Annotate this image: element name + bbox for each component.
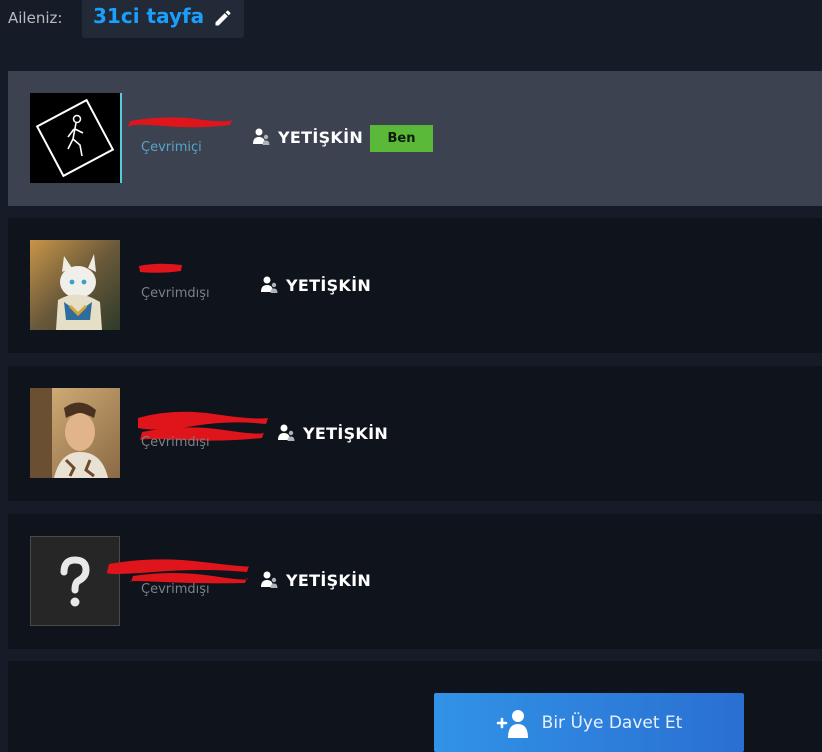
member-status: Çevrimdışı [141, 435, 210, 450]
family-member-row[interactable]: Çevrimdışı YETİŞKİN [8, 514, 822, 649]
family-label: Aileniz: [8, 9, 63, 27]
family-member-row[interactable]: Çevrimiçi YETİŞKİN Ben [8, 71, 822, 206]
add-user-icon [496, 709, 528, 738]
family-header: Aileniz: 31ci tayfa [0, 0, 822, 40]
member-status: Çevrimdışı [141, 286, 210, 301]
adult-user-icon [278, 424, 295, 441]
member-role: YETİŞKİN [259, 570, 371, 590]
member-role: YETİŞKİN [276, 423, 388, 443]
member-status: Çevrimiçi [141, 140, 202, 155]
family-name: 31ci tayfa [93, 4, 205, 28]
role-label: YETİŞKİN [286, 275, 372, 295]
self-badge: Ben [370, 125, 433, 152]
avatar[interactable] [30, 240, 120, 330]
adult-user-icon [261, 276, 278, 293]
redacted-name [106, 559, 250, 584]
member-role: YETİŞKİN [259, 275, 371, 295]
family-member-row[interactable]: Çevrimdışı YETİŞKİN [8, 366, 822, 501]
redacted-name [128, 117, 232, 128]
avatar[interactable] [30, 388, 120, 478]
family-member-row[interactable]: Çevrimdışı YETİŞKİN [8, 218, 822, 353]
avatar[interactable] [30, 93, 122, 183]
redacted-name [139, 263, 182, 273]
pencil-icon[interactable] [213, 8, 233, 28]
adult-user-icon [261, 571, 278, 588]
invite-member-button[interactable]: Bir Üye Davet Et [434, 693, 744, 752]
invite-member-label: Bir Üye Davet Et [541, 712, 683, 733]
role-label: YETİŞKİN [278, 127, 364, 147]
role-label: YETİŞKİN [286, 570, 372, 590]
adult-user-icon [253, 128, 270, 145]
family-name-box[interactable]: 31ci tayfa [82, 0, 244, 38]
member-role: YETİŞKİN [251, 127, 363, 147]
role-label: YETİŞKİN [303, 423, 389, 443]
member-status: Çevrimdışı [141, 582, 210, 597]
